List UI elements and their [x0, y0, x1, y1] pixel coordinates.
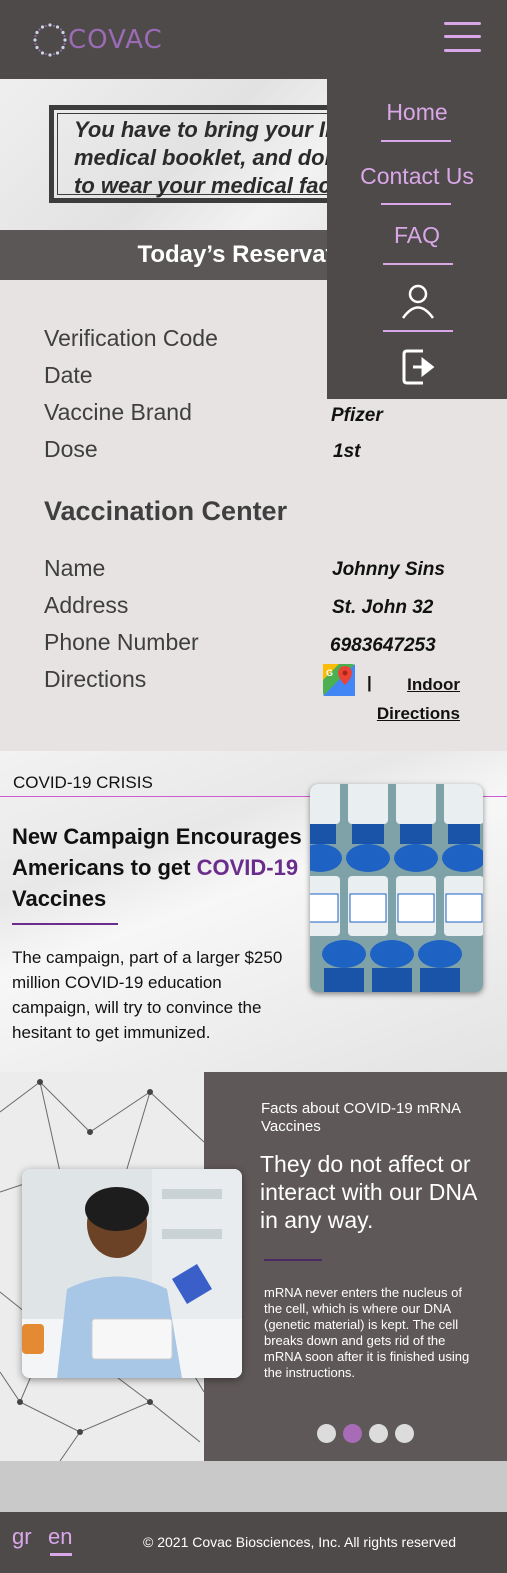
- dose-value: 1st: [333, 441, 361, 462]
- nav-separator: [381, 140, 451, 142]
- language-en[interactable]: en: [48, 1524, 72, 1550]
- active-language-underline: [50, 1553, 72, 1556]
- news-section: COVID-19 CRISIS New Campaign Encourages …: [0, 751, 507, 1072]
- nav-home[interactable]: Home: [327, 99, 507, 126]
- date-label: Date: [44, 362, 93, 388]
- slide-dot-3[interactable]: [369, 1424, 388, 1443]
- menu-bar: [444, 22, 481, 25]
- vaccination-photo-illustration: [22, 1169, 242, 1378]
- slide-dot-4[interactable]: [395, 1424, 414, 1443]
- logo[interactable]: COVAC: [32, 20, 163, 60]
- logo-text: COVAC: [68, 25, 163, 55]
- logo-icon: [33, 23, 67, 57]
- user-icon[interactable]: [400, 283, 436, 319]
- news-body: The campaign, part of a larger $250 mill…: [12, 948, 283, 1042]
- vaccine-brand-value: Pfizer: [331, 405, 383, 426]
- vaccine-brand-label: Vaccine Brand: [44, 399, 192, 425]
- news-kicker: COVID-19 CRISIS: [13, 773, 153, 792]
- google-maps-icon[interactable]: G: [323, 664, 355, 696]
- logout-icon[interactable]: [401, 347, 435, 387]
- vaccine-vials-image: [310, 784, 483, 992]
- news-title-end: Vaccines: [12, 886, 107, 911]
- header: COVAC: [0, 0, 507, 79]
- menu-bar: [444, 49, 481, 52]
- news-underline: [12, 923, 118, 925]
- copyright: © 2021 Covac Biosciences, Inc. All right…: [143, 1534, 457, 1550]
- news-title[interactable]: New Campaign Encourages Americans to get…: [12, 821, 302, 914]
- vaccination-photo: [22, 1169, 242, 1378]
- svg-text:G: G: [326, 668, 333, 678]
- news-title-accent: COVID-19: [196, 855, 299, 880]
- phone-label: Phone Number: [44, 629, 199, 655]
- footer: gr en © 2021 Covac Biosciences, Inc. All…: [0, 1512, 507, 1573]
- facts-heading: They do not affect or interact with our …: [260, 1151, 477, 1233]
- address-label: Address: [44, 592, 129, 618]
- directions-label: Directions: [44, 666, 147, 692]
- language-gr[interactable]: gr: [12, 1524, 32, 1550]
- verification-code-label: Verification Code: [44, 325, 218, 351]
- spacer-band: [0, 1461, 507, 1512]
- facts-underline: [264, 1259, 322, 1261]
- menu-bar: [444, 35, 481, 38]
- phone-value: 6983647253: [330, 635, 436, 656]
- address-value: St. John 32: [332, 597, 434, 618]
- nav-separator: [383, 330, 453, 332]
- indoor-directions-link[interactable]: | Indoor Directions: [367, 670, 460, 728]
- slide-dot-2[interactable]: [343, 1424, 362, 1443]
- center-name-label: Name: [44, 555, 106, 581]
- slide-dot-1[interactable]: [317, 1424, 336, 1443]
- vaccination-center-title: Vaccination Center: [44, 496, 288, 526]
- nav-contact-us[interactable]: Contact Us: [327, 163, 507, 190]
- hamburger-menu-button[interactable]: [444, 22, 481, 52]
- facts-body: mRNA never enters the nucleus of the cel…: [264, 1285, 470, 1380]
- vials-illustration: [310, 784, 483, 992]
- slide-indicator: [317, 1424, 414, 1443]
- facts-kicker: Facts about COVID-19 mRNA Vaccines: [261, 1100, 461, 1135]
- nav-dropdown: Home Contact Us FAQ: [327, 79, 507, 399]
- nav-faq[interactable]: FAQ: [327, 222, 507, 249]
- center-name-value: Johnny Sins: [332, 559, 445, 580]
- dose-label: Dose: [44, 436, 98, 462]
- directions-separator-text: |: [367, 673, 372, 692]
- indoor-directions-text: Indoor Directions: [376, 675, 460, 723]
- nav-separator: [381, 203, 451, 205]
- nav-separator: [383, 263, 453, 265]
